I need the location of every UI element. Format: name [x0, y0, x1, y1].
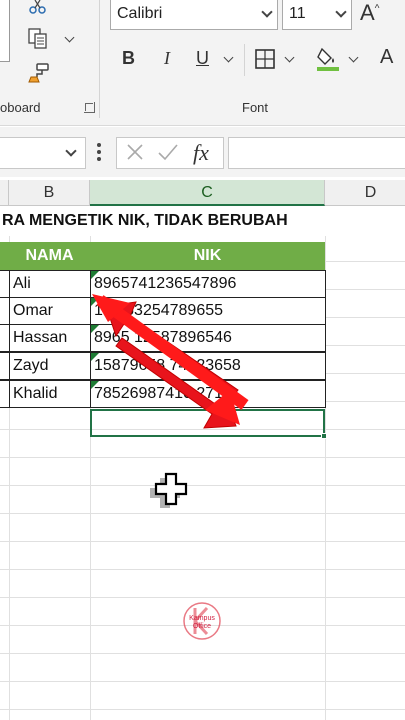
- sheet-title[interactable]: RA MENGETIK NIK, TIDAK BERUBAH: [0, 206, 405, 236]
- active-cell-selection[interactable]: [90, 409, 327, 439]
- chevron-down-icon: [335, 6, 347, 18]
- copy-dropdown-icon[interactable]: [64, 32, 75, 43]
- error-indicator-icon: [91, 271, 99, 279]
- underline-button[interactable]: U: [196, 48, 209, 69]
- format-painter-icon[interactable]: [28, 62, 50, 89]
- error-indicator-icon: [91, 298, 99, 306]
- font-name-value: Calibri: [117, 5, 163, 22]
- formula-bar: fx: [0, 127, 405, 177]
- cut-icon[interactable]: [28, 0, 48, 21]
- ribbon: oboard Calibri 11 A^ B I U A Font: [0, 0, 405, 126]
- font-name-select[interactable]: Calibri: [110, 0, 278, 30]
- italic-button[interactable]: I: [164, 48, 170, 69]
- ribbon-divider: [244, 44, 245, 76]
- column-header-a[interactable]: [0, 180, 9, 206]
- header-nama[interactable]: NAMA: [9, 242, 90, 270]
- nik-cell[interactable]: 78526987410 271: [90, 380, 326, 408]
- font-size-select[interactable]: 11: [282, 0, 352, 30]
- copy-icon[interactable]: [26, 27, 50, 56]
- nik-cell[interactable]: 8965 12587896546: [90, 324, 326, 352]
- watermark-line1: Kampus: [189, 615, 215, 622]
- header-cell-a[interactable]: [0, 242, 9, 270]
- underline-dropdown-icon[interactable]: [223, 52, 234, 63]
- error-indicator-icon: [91, 353, 99, 361]
- fill-color-icon[interactable]: [316, 46, 340, 77]
- nama-cell[interactable]: Zayd: [9, 352, 91, 380]
- nik-cell[interactable]: 8965741236547896: [90, 270, 326, 298]
- name-box[interactable]: [0, 137, 86, 169]
- formula-input[interactable]: [228, 137, 405, 169]
- chevron-down-icon: [261, 6, 273, 18]
- bold-button[interactable]: B: [122, 48, 135, 69]
- nama-cell[interactable]: Omar: [9, 297, 91, 325]
- nama-cell[interactable]: Khalid: [9, 380, 91, 408]
- paste-icon[interactable]: [0, 0, 10, 62]
- column-headers: B C D: [0, 180, 405, 206]
- error-indicator-icon: [91, 381, 99, 389]
- font-group-label: Font: [242, 100, 269, 115]
- nama-cell[interactable]: Ali: [9, 270, 91, 298]
- kampus-office-logo: Kampus Office: [181, 600, 223, 642]
- nik-cell[interactable]: 1 7963254789655: [90, 297, 326, 325]
- nik-cell[interactable]: 15879658 74123658: [90, 352, 326, 380]
- borders-dropdown-icon[interactable]: [284, 52, 295, 63]
- vertical-ellipsis-icon[interactable]: [97, 143, 101, 161]
- formula-actions: fx: [116, 137, 224, 169]
- chevron-down-icon: [65, 145, 77, 157]
- error-indicator-icon: [91, 325, 99, 333]
- column-header-d[interactable]: D: [325, 180, 405, 206]
- cell-select-cursor-icon: [150, 470, 194, 519]
- font-size-value: 11: [289, 5, 306, 22]
- clipboard-group-label: oboard: [0, 100, 41, 115]
- fill-handle[interactable]: [321, 433, 327, 439]
- borders-icon[interactable]: [254, 48, 276, 75]
- increase-font-size-button[interactable]: A^: [360, 0, 379, 26]
- watermark-line2: Office: [193, 623, 211, 630]
- column-header-b[interactable]: B: [9, 180, 90, 206]
- header-nik[interactable]: NIK: [90, 242, 325, 270]
- nama-cell[interactable]: Hassan: [9, 324, 91, 352]
- enter-icon[interactable]: [157, 142, 179, 167]
- ribbon-divider: [99, 0, 100, 118]
- fill-color-dropdown-icon[interactable]: [348, 52, 359, 63]
- column-header-c[interactable]: C: [90, 180, 325, 206]
- cancel-icon[interactable]: [125, 142, 145, 167]
- clipboard-dialog-launcher-icon[interactable]: [84, 102, 95, 113]
- font-color-button[interactable]: A: [380, 46, 393, 69]
- insert-function-button[interactable]: fx: [193, 140, 209, 166]
